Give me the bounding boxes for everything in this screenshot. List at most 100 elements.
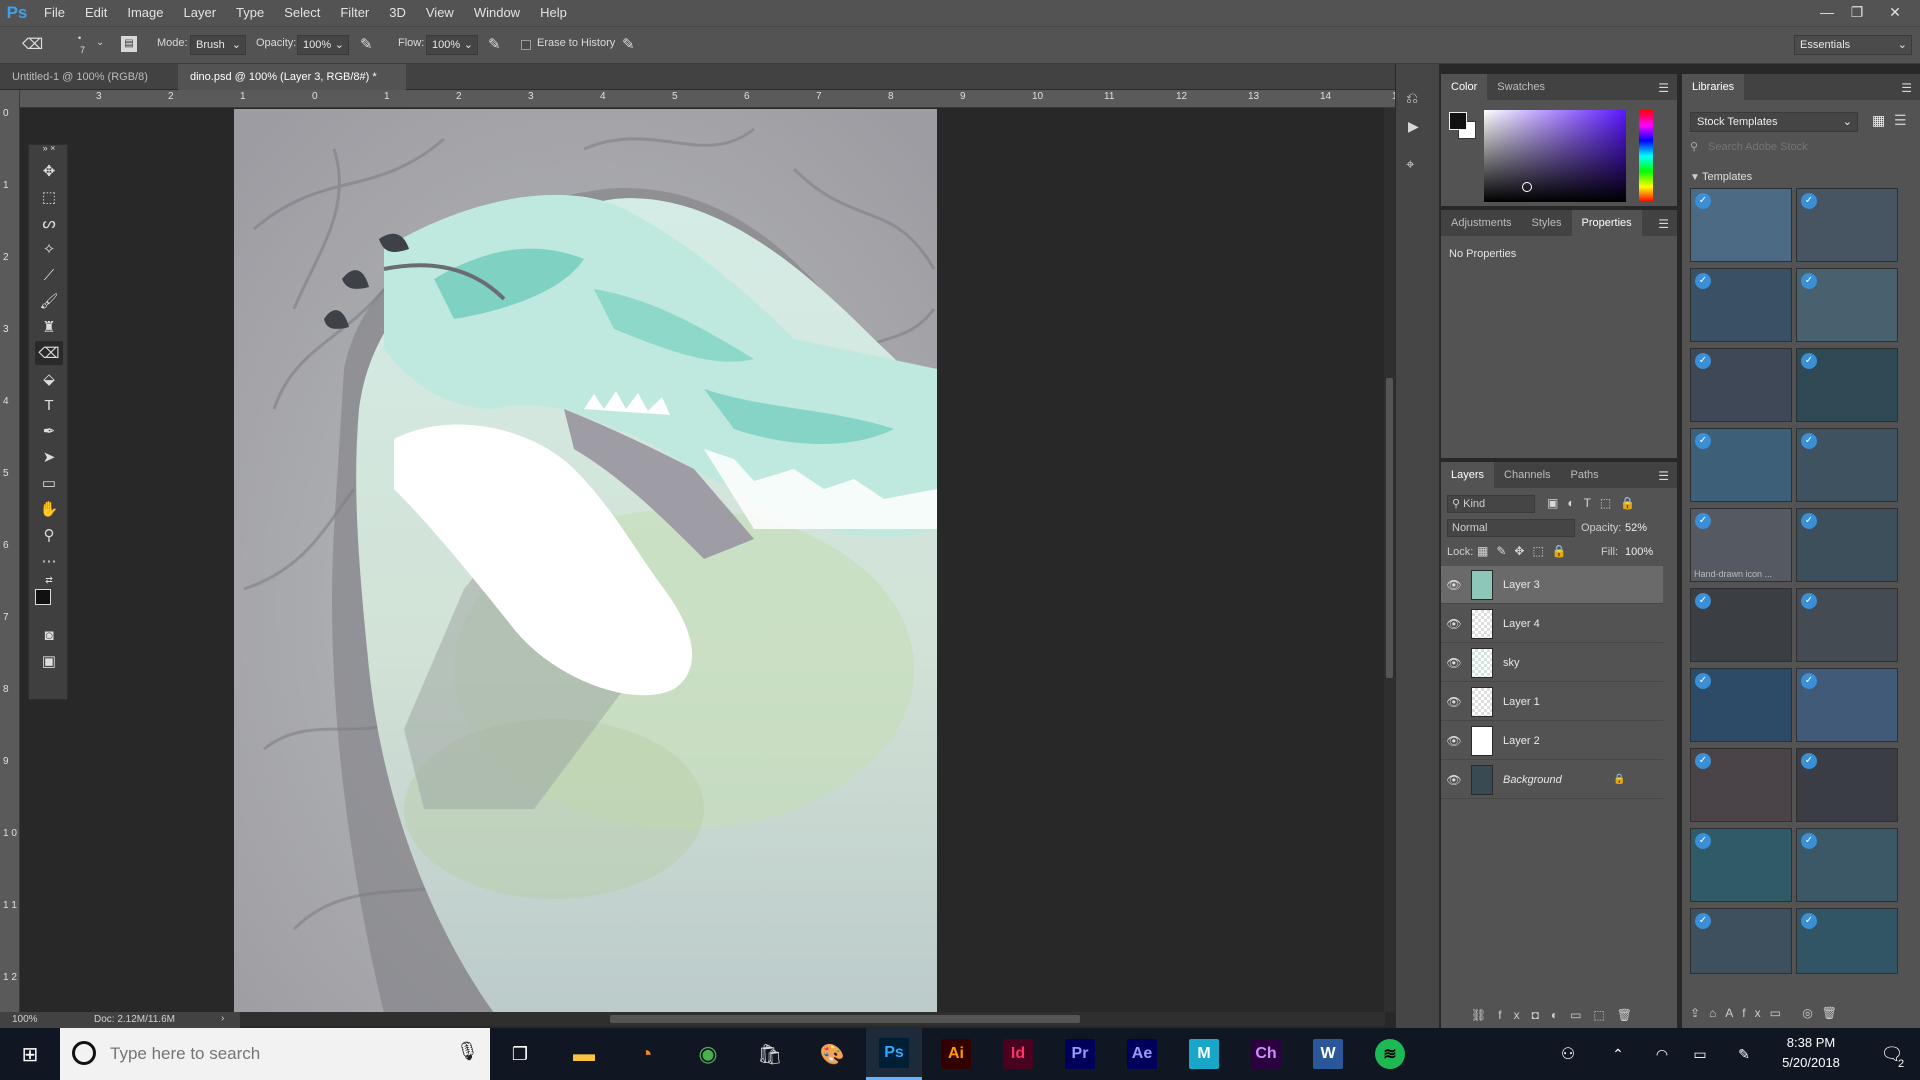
- eyedropper-tool-icon[interactable]: ⟋: [35, 263, 63, 287]
- tab-styles[interactable]: Styles: [1522, 210, 1572, 236]
- marquee-tool-icon[interactable]: ⬚: [35, 185, 63, 209]
- horizontal-scroll-thumb[interactable]: [610, 1015, 1080, 1023]
- eraser-tool-icon[interactable]: ⌫: [35, 341, 63, 365]
- visibility-eye-icon[interactable]: 👁: [1441, 578, 1467, 592]
- layer-row-background[interactable]: 👁 Background 🔒: [1441, 761, 1663, 799]
- layer-actions-icons[interactable]: ⛓fx◘◐▭⬚🗑: [1471, 1008, 1644, 1022]
- template-tile[interactable]: ✓: [1690, 348, 1792, 422]
- airbrush-icon[interactable]: ✎: [488, 35, 501, 53]
- swap-colors-icon[interactable]: ⇄: [35, 573, 63, 587]
- template-tile[interactable]: ✓: [1796, 828, 1898, 902]
- menu-help[interactable]: Help: [530, 0, 577, 26]
- stamp-tool-icon[interactable]: ♜: [35, 315, 63, 339]
- indesign-taskbar-icon[interactable]: Id: [990, 1028, 1046, 1080]
- tab-untitled-1[interactable]: Untitled-1 @ 100% (RGB/8) ×: [0, 64, 177, 109]
- menu-select[interactable]: Select: [274, 0, 330, 26]
- templates-collapse-icon[interactable]: ▼: [1690, 172, 1700, 183]
- template-tile[interactable]: ✓: [1796, 588, 1898, 662]
- brush-panel-icon[interactable]: ▤: [121, 36, 137, 52]
- opacity-field[interactable]: 100% ⌄: [297, 35, 349, 55]
- blend-mode-select[interactable]: Normal: [1447, 519, 1575, 537]
- workspace-select[interactable]: Essentials ⌄: [1794, 35, 1912, 55]
- brush-tool-icon[interactable]: 🖌: [35, 289, 63, 313]
- tab-layers[interactable]: Layers: [1441, 462, 1495, 488]
- word-taskbar-icon[interactable]: W: [1300, 1028, 1356, 1080]
- stock-search-input[interactable]: [1706, 138, 1896, 156]
- blender-icon[interactable]: ◔: [618, 1028, 674, 1080]
- menu-image[interactable]: Image: [117, 0, 173, 26]
- template-tile[interactable]: ✓: [1690, 588, 1792, 662]
- tools-collapse-icon[interactable]: » ×: [35, 141, 63, 155]
- template-tile[interactable]: ✓: [1796, 428, 1898, 502]
- hue-slider[interactable]: [1639, 110, 1653, 202]
- paint-bucket-tool-icon[interactable]: ⬙: [35, 367, 63, 391]
- brush-presets-icon[interactable]: ⌖: [1406, 156, 1414, 173]
- library-select[interactable]: Stock Templates ⌄: [1690, 112, 1858, 132]
- quick-select-tool-icon[interactable]: ✧: [35, 237, 63, 261]
- type-tool-icon[interactable]: T: [35, 393, 63, 417]
- template-tile[interactable]: ✓: [1690, 268, 1792, 342]
- chrome-icon[interactable]: ◉: [680, 1028, 736, 1080]
- close-button[interactable]: ✕: [1880, 0, 1910, 26]
- template-tile[interactable]: ✓: [1796, 908, 1898, 974]
- vertical-scrollbar[interactable]: [1384, 108, 1395, 1012]
- menu-file[interactable]: File: [34, 0, 75, 26]
- layer-filter-select[interactable]: ⚲ Kind: [1447, 495, 1535, 513]
- template-tile[interactable]: ✓: [1796, 348, 1898, 422]
- tab-properties[interactable]: Properties: [1571, 210, 1642, 236]
- template-tile[interactable]: ✓ Hand-drawn icon ...: [1690, 508, 1792, 582]
- foreground-color-swatch[interactable]: [35, 589, 51, 605]
- lock-icons[interactable]: ▦✎✥⬚🔒: [1477, 544, 1575, 558]
- tab-libraries[interactable]: Libraries: [1682, 74, 1745, 100]
- template-tile[interactable]: ✓: [1690, 828, 1792, 902]
- brush-dot-icon[interactable]: •: [78, 33, 81, 43]
- restore-button[interactable]: ❐: [1842, 0, 1872, 26]
- more-tools-icon[interactable]: ⋯: [35, 549, 63, 573]
- rectangle-tool-icon[interactable]: ▭: [35, 471, 63, 495]
- paint-icon[interactable]: 🎨: [804, 1028, 860, 1080]
- zoom-level[interactable]: 100%: [12, 1014, 38, 1025]
- clock-time[interactable]: 8:38 PM: [1766, 1035, 1856, 1050]
- color-picker-cursor[interactable]: [1522, 182, 1532, 192]
- template-tile[interactable]: ✓: [1796, 188, 1898, 262]
- ruler-left[interactable]: 0 1 2 3 4 5 6 7 8 9 1 0 1 1 1 2: [0, 90, 20, 1012]
- horizontal-scrollbar[interactable]: [240, 1012, 1385, 1026]
- layer-row-layer-1[interactable]: 👁 Layer 1: [1441, 683, 1663, 721]
- color-foreground-swatch[interactable]: [1449, 112, 1467, 130]
- template-tile[interactable]: ✓: [1796, 268, 1898, 342]
- pen-tool-icon[interactable]: ✒: [35, 419, 63, 443]
- windows-start-icon[interactable]: ⊞: [2, 1028, 58, 1080]
- template-tile[interactable]: ✓: [1690, 908, 1792, 974]
- template-tile[interactable]: ✓: [1690, 668, 1792, 742]
- panel-menu-icon[interactable]: ☰: [1901, 81, 1912, 95]
- layer-row-sky[interactable]: 👁 sky: [1441, 644, 1663, 682]
- flow-field[interactable]: 100% ⌄: [426, 35, 478, 55]
- visibility-eye-icon[interactable]: 👁: [1441, 656, 1467, 670]
- minimize-button[interactable]: —: [1812, 0, 1842, 26]
- library-actions-icons[interactable]: ⇪⌂Afx▭ ◎🗑: [1690, 1006, 1846, 1020]
- template-tile[interactable]: ✓: [1796, 668, 1898, 742]
- template-tile[interactable]: ✓: [1796, 508, 1898, 582]
- layer-row-layer-3[interactable]: 👁 Layer 3: [1441, 566, 1663, 604]
- template-tile[interactable]: ✓: [1690, 428, 1792, 502]
- pen-workspace-icon[interactable]: ✎: [1716, 1028, 1772, 1080]
- panel-menu-icon[interactable]: ☰: [1658, 217, 1669, 231]
- hand-tool-icon[interactable]: ✋: [35, 497, 63, 521]
- eraser-tool-icon[interactable]: ⌫: [22, 35, 43, 53]
- menu-filter[interactable]: Filter: [330, 0, 379, 26]
- visibility-eye-icon[interactable]: 👁: [1441, 773, 1467, 787]
- pressure-opacity-icon[interactable]: ✎: [360, 35, 373, 53]
- tab-swatches[interactable]: Swatches: [1487, 74, 1555, 100]
- file-explorer-icon[interactable]: ▬: [556, 1028, 612, 1080]
- spotify-taskbar-icon[interactable]: ≋: [1362, 1028, 1418, 1080]
- tab-color[interactable]: Color: [1441, 74, 1488, 100]
- mode-select[interactable]: Brush ⌄: [190, 35, 246, 55]
- store-icon[interactable]: 🛍: [742, 1028, 798, 1080]
- brush-dropdown-icon[interactable]: ⌄: [96, 37, 104, 48]
- taskbar-search-box[interactable]: 🎙: [60, 1028, 490, 1080]
- layer-row-layer-2[interactable]: 👁 Layer 2: [1441, 722, 1663, 760]
- grid-view-icon[interactable]: ▦: [1872, 112, 1885, 129]
- brush-size-label[interactable]: 7: [80, 45, 85, 55]
- move-tool-icon[interactable]: ✥: [35, 159, 63, 183]
- lasso-tool-icon[interactable]: ᔕ: [35, 211, 63, 235]
